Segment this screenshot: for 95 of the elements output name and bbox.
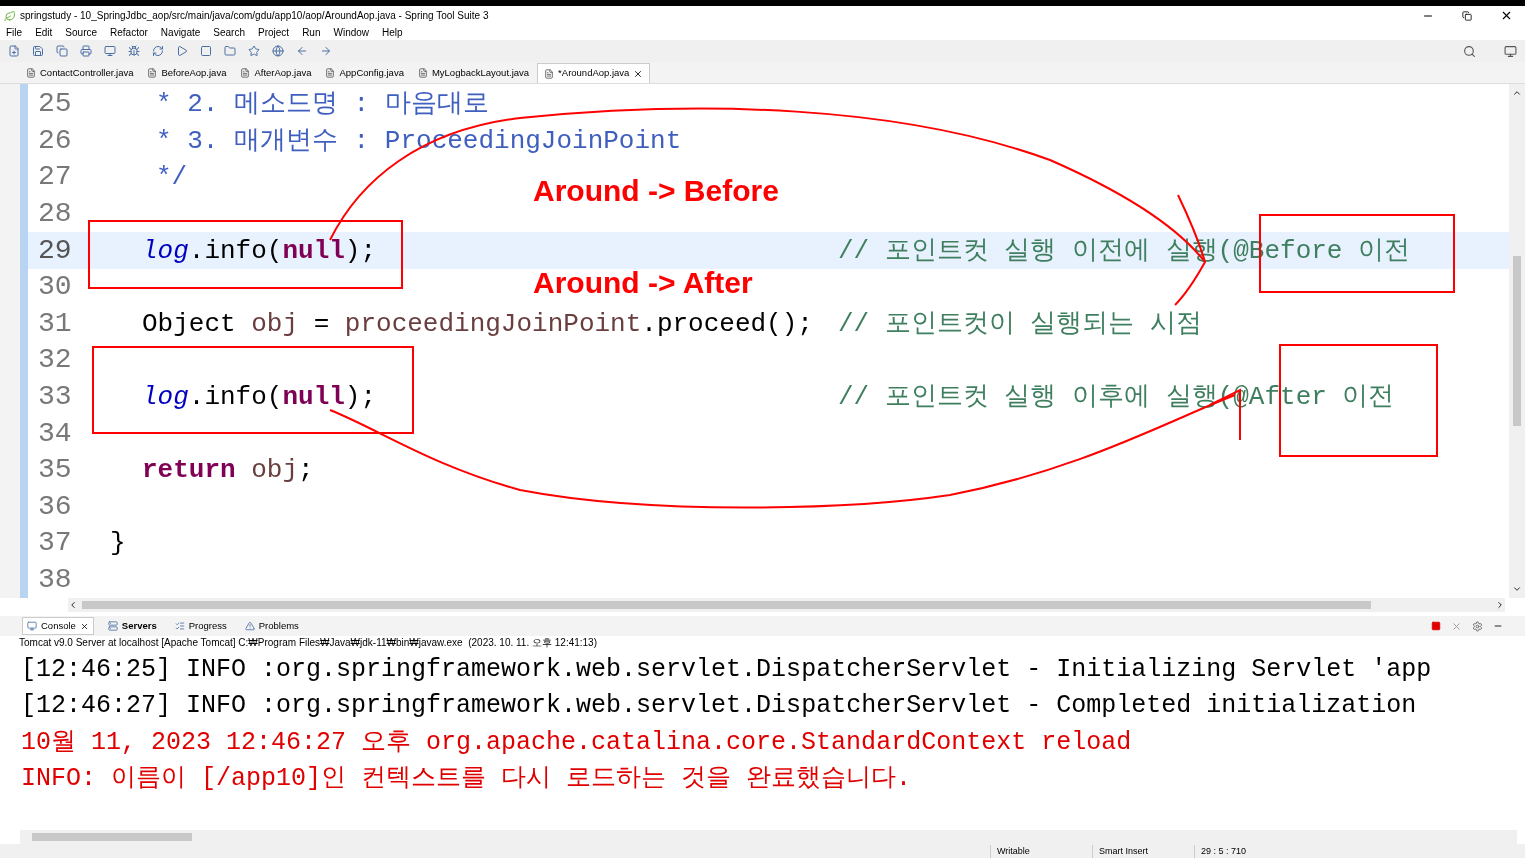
stop-icon[interactable] (200, 45, 212, 57)
line-number: 30 (37, 273, 73, 302)
file-icon (240, 68, 251, 78)
globe-icon[interactable] (272, 45, 284, 57)
editor-tab[interactable]: MyLogbackLayout.java (411, 63, 536, 83)
menu-item[interactable]: Run (302, 25, 321, 40)
menu-item[interactable]: Edit (35, 25, 53, 40)
console-line: [12:46:27] INFO :org.springframework.web.servlet.DispatcherServlet - Completed initialization (21, 690, 1417, 723)
back-arrow-icon[interactable] (296, 45, 308, 57)
refresh-icon[interactable] (152, 45, 164, 57)
file-icon (26, 68, 36, 78)
window-title: springstudy - 10_SpringJdbc_aop/src/main/java/com/gdu/app10/aop/AroundAop.java - Spring Tool Suite 3 (20, 9, 489, 23)
console-line: INFO: 이름이 [/app10]인 컨텍스트를 다시 로드하는 것을 완료했습니다. (21, 763, 912, 796)
code-text: return obj; (142, 457, 314, 484)
menu-item[interactable]: Navigate (160, 25, 201, 40)
line-number: 28 (37, 200, 73, 229)
line-number: 25 (37, 90, 73, 119)
code-text: log.info(null); (142, 237, 377, 264)
scroll-thumb[interactable] (1513, 256, 1521, 426)
perspective-icon[interactable] (1504, 44, 1517, 58)
code-comment: // 포인트컷이 실행되는 시점 (838, 310, 1202, 337)
remove-icon[interactable] (1451, 620, 1462, 632)
editor-tab[interactable]: AfterAop.java (234, 63, 318, 83)
scroll-down-icon[interactable] (1512, 584, 1522, 594)
code-text: log.info(null); (142, 384, 377, 411)
line-number: 36 (37, 492, 73, 521)
console-tab[interactable]: Console (22, 617, 94, 635)
console-tab[interactable]: Progress (170, 617, 231, 635)
new-file-icon[interactable] (8, 45, 20, 57)
scroll-thumb[interactable] (32, 833, 192, 841)
code-text: Object obj = proceedingJoinPoint.proceed(); (142, 310, 813, 337)
line-number: 29 (37, 236, 73, 265)
menu-item[interactable]: Window (333, 25, 370, 40)
app-logo-icon (4, 9, 16, 22)
menu-item[interactable]: Project (258, 25, 290, 40)
status-field: 29 : 5 : 710 (1194, 844, 1296, 858)
play-icon[interactable] (176, 45, 188, 57)
line-number: 37 (37, 529, 73, 558)
console-line: [12:46:25] INFO :org.springframework.web.servlet.DispatcherServlet - Initializing Servlet 'app (21, 653, 1432, 686)
file-icon (417, 68, 428, 78)
editor-tab[interactable]: BeforeAop.java (141, 63, 233, 83)
code-text: } (110, 530, 126, 557)
file-icon (325, 68, 336, 78)
copy-icon[interactable] (56, 45, 68, 57)
status-field: Writable (990, 844, 1092, 858)
settings-icon[interactable] (1472, 620, 1483, 632)
scroll-right-icon[interactable] (1495, 600, 1505, 610)
menu-item[interactable]: File (6, 25, 23, 40)
forward-arrow-icon[interactable] (320, 45, 332, 57)
warning-icon (244, 621, 255, 631)
file-icon (544, 68, 555, 79)
annotation-text: Around -> After (533, 266, 754, 300)
folder-icon[interactable] (224, 45, 236, 57)
star-icon[interactable] (248, 45, 260, 57)
editor-tab[interactable]: *AroundAop.java (537, 63, 651, 83)
vertical-scrollbar[interactable] (1509, 84, 1525, 598)
code-text: */ (156, 164, 188, 191)
server-icon (107, 621, 118, 631)
printer-icon[interactable] (80, 45, 92, 57)
line-number: 38 (37, 566, 73, 594)
line-number: 26 (37, 126, 73, 155)
console-header: Tomcat v9.0 Server at localhost [Apache Tomcat] C:₩Program Files₩Java₩jdk-11₩bin₩javaw.exe (2023. 10. 11. 오후 12:41:13) (19, 638, 597, 648)
file-icon (147, 68, 158, 78)
line-number: 33 (37, 383, 73, 412)
scroll-up-icon[interactable] (1512, 88, 1522, 98)
restore-icon[interactable] (1462, 10, 1472, 21)
code-text: * 2. 메소드명 : 마음대로 (156, 91, 489, 118)
status-field: Smart Insert (1092, 844, 1194, 858)
close-icon[interactable] (633, 68, 644, 79)
list-icon (174, 621, 185, 631)
bug-icon[interactable] (128, 45, 140, 57)
annotation-text: Around -> Before (533, 174, 779, 208)
save-icon[interactable] (32, 45, 44, 57)
menu-item[interactable]: Search (213, 25, 245, 40)
line-number: 27 (37, 163, 73, 192)
console-line: 10월 11, 2023 12:46:27 오후 org.apache.catalina.core.StandardContext reload (21, 726, 1132, 759)
monitor-icon (27, 621, 37, 631)
line-number: 31 (37, 309, 73, 338)
console-tab[interactable]: Problems (240, 617, 303, 635)
line-number: 34 (37, 419, 73, 448)
menu-item[interactable]: Source (65, 25, 98, 40)
scroll-left-icon[interactable] (68, 600, 78, 610)
line-number: 35 (37, 456, 73, 485)
monitor-icon[interactable] (104, 45, 116, 57)
close-icon[interactable] (79, 621, 89, 631)
editor-tab[interactable]: AppConfig.java (319, 63, 410, 83)
close-icon[interactable] (1500, 9, 1513, 22)
line-number: 32 (37, 346, 73, 375)
search-icon[interactable] (1463, 44, 1476, 58)
scroll-thumb[interactable] (82, 601, 1371, 609)
menu-item[interactable]: Help (382, 25, 403, 40)
editor-tab[interactable]: ContactController.java (20, 63, 140, 83)
terminate-icon[interactable] (1431, 621, 1441, 631)
console-tab[interactable]: Servers (103, 617, 161, 635)
menu-item[interactable]: Refactor (110, 25, 148, 40)
